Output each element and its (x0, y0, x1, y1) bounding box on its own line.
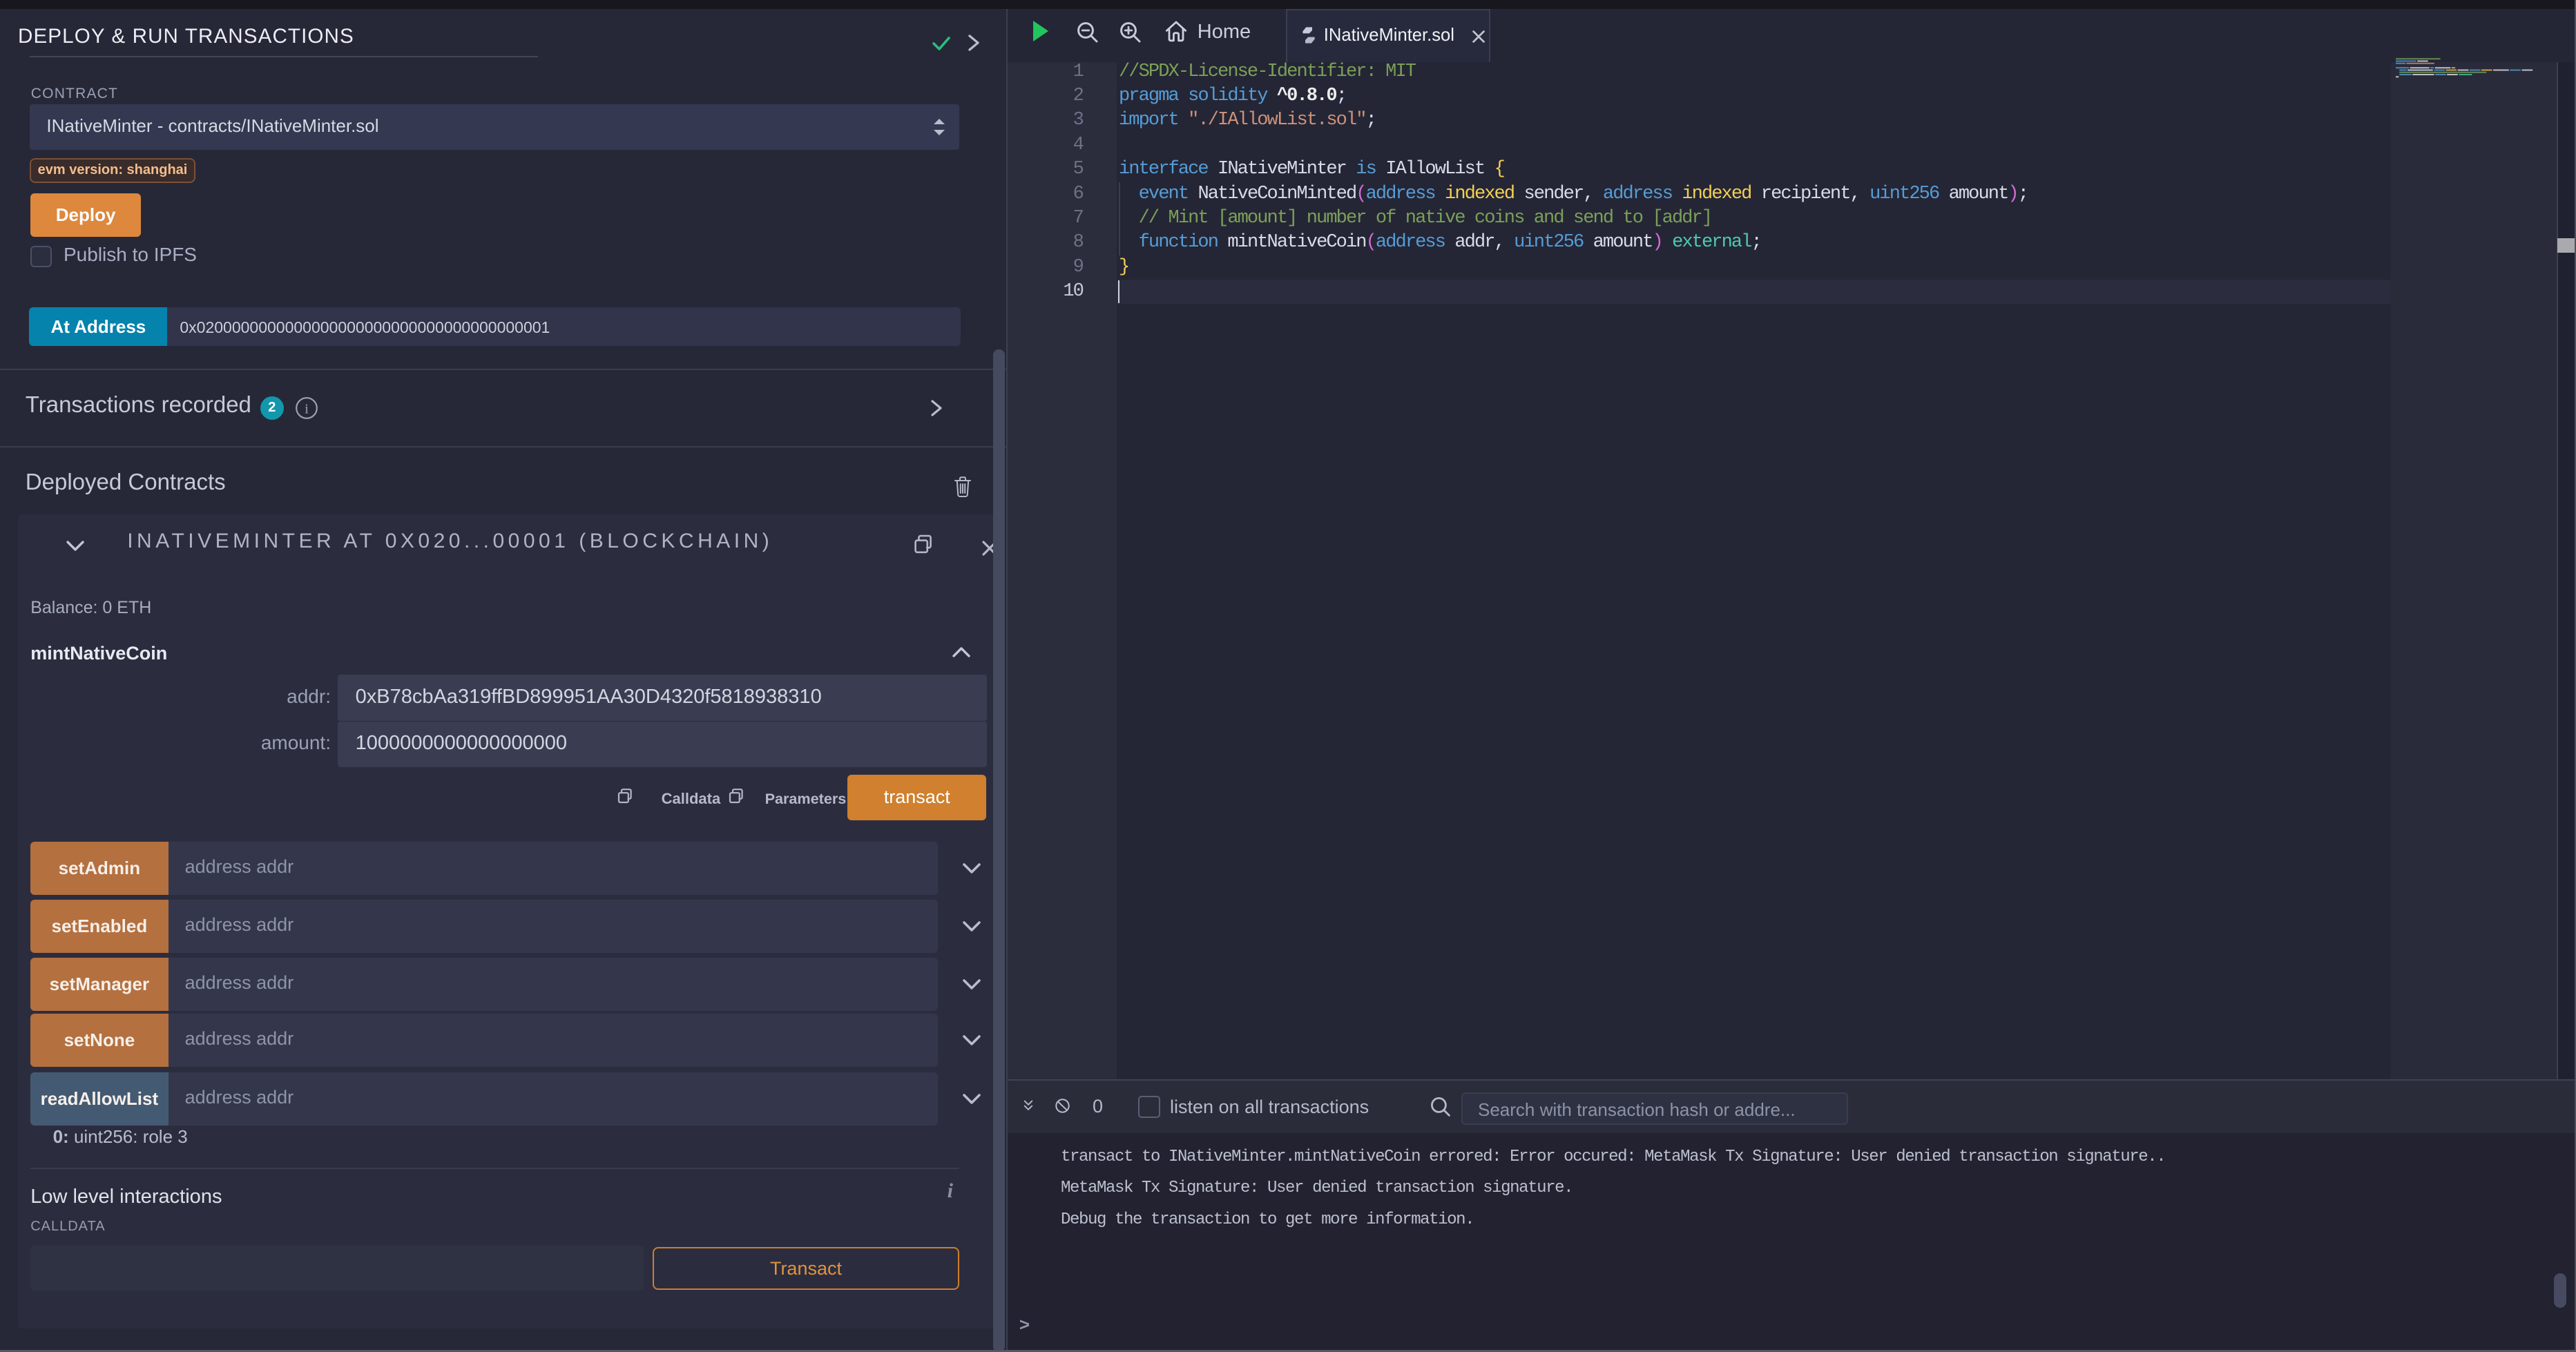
svg-text:i: i (305, 401, 309, 416)
